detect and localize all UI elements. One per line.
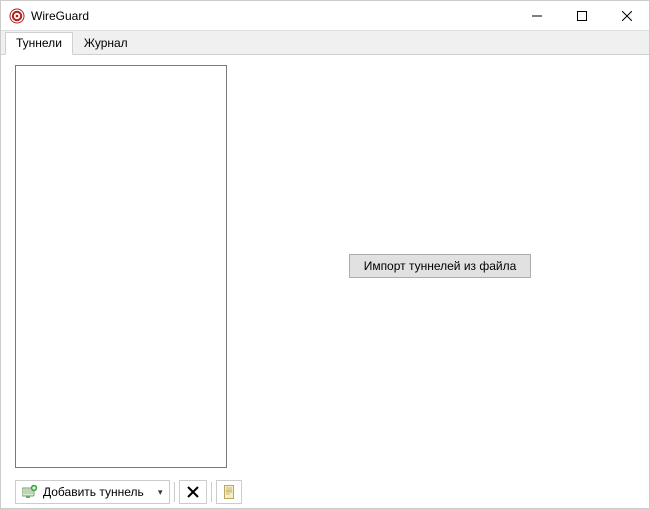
tab-log-label: Журнал (84, 36, 128, 50)
import-tunnels-button[interactable]: Импорт туннелей из файла (349, 254, 532, 278)
export-icon (223, 485, 235, 499)
export-tunnels-button[interactable] (216, 480, 242, 504)
left-panel (1, 55, 231, 476)
tab-bar: Туннели Журнал (1, 31, 649, 55)
toolbar-separator (174, 482, 175, 502)
delete-tunnel-button[interactable] (179, 480, 207, 504)
content-area: Импорт туннелей из файла (1, 55, 649, 476)
delete-icon (187, 486, 199, 498)
add-tunnel-button[interactable]: Добавить туннель (15, 480, 152, 504)
window-title: WireGuard (31, 9, 89, 23)
add-tunnel-label: Добавить туннель (43, 485, 144, 499)
close-button[interactable] (604, 1, 649, 31)
titlebar: WireGuard (1, 1, 649, 31)
tab-log[interactable]: Журнал (73, 32, 139, 54)
chevron-down-icon: ▾ (158, 487, 163, 498)
bottom-toolbar: Добавить туннель ▾ (1, 476, 649, 508)
tunnel-list[interactable] (15, 65, 227, 468)
add-tunnel-icon (22, 485, 38, 499)
add-tunnel-dropdown[interactable]: ▾ (152, 480, 170, 504)
minimize-button[interactable] (514, 1, 559, 31)
maximize-button[interactable] (559, 1, 604, 31)
tab-tunnels[interactable]: Туннели (5, 32, 73, 55)
toolbar-separator-2 (211, 482, 212, 502)
tab-tunnels-label: Туннели (16, 36, 62, 50)
right-panel: Импорт туннелей из файла (231, 55, 649, 476)
wireguard-app-icon (9, 8, 25, 24)
